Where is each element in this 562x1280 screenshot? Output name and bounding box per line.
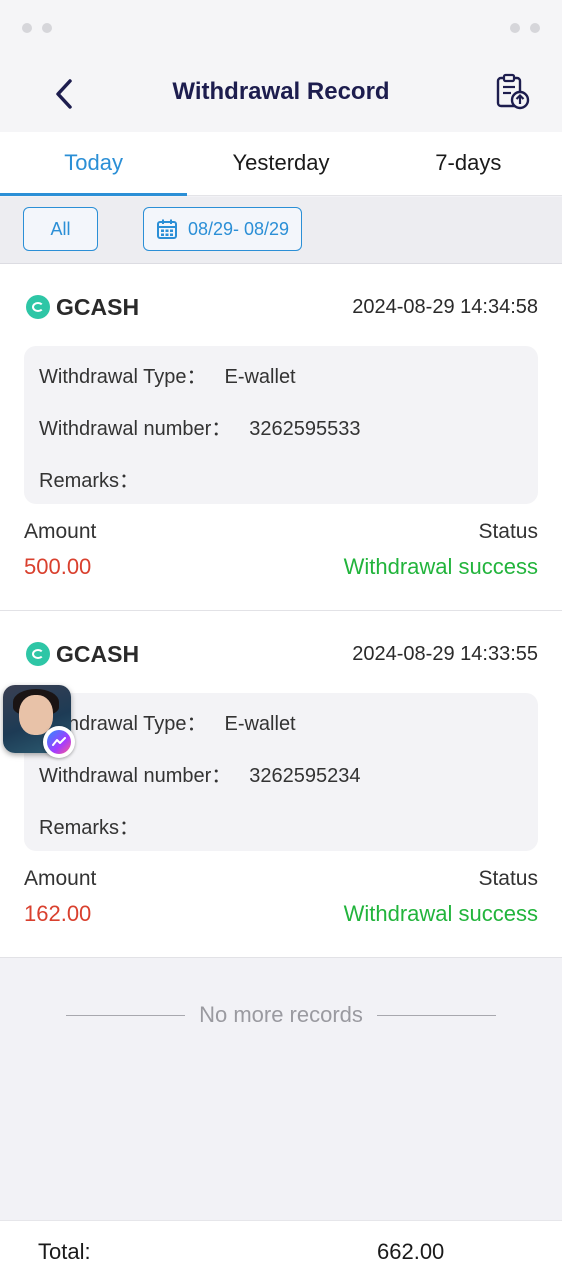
total-label: Total:: [38, 1239, 91, 1264]
record-card[interactable]: GCASH 2024-08-29 14:33:55 Withdrawal Typ…: [0, 611, 562, 958]
remarks-row: Remarks：: [39, 464, 157, 493]
amount-value: 500.00: [24, 554, 92, 579]
signal-icon: [510, 23, 520, 33]
withdrawal-type-row: Withdrawal Type： E-wallet: [39, 360, 296, 389]
no-more-records-text: No more records: [199, 1002, 363, 1027]
payment-method: GCASH: [26, 641, 139, 668]
record-header: GCASH 2024-08-29 14:33:55: [26, 639, 538, 669]
clipboard-upload-icon: [496, 73, 530, 110]
withdrawal-type-value: E-wallet: [224, 713, 296, 735]
status-bar-left: [22, 23, 52, 33]
page-title: Withdrawal Record: [172, 78, 390, 105]
tab-7-days[interactable]: 7-days: [375, 132, 562, 195]
withdrawal-number-value: 3262595533: [249, 418, 361, 440]
status-bar-right: [510, 23, 540, 33]
payment-method-name: GCASH: [56, 640, 140, 667]
messenger-icon[interactable]: [43, 726, 75, 758]
withdrawal-type-value: E-wallet: [224, 366, 296, 388]
amount-value: 162.00: [24, 901, 92, 926]
tab-yesterday[interactable]: Yesterday: [187, 132, 374, 195]
total-bar: Total: 662.00: [0, 1220, 562, 1280]
tab-today[interactable]: Today: [0, 132, 188, 196]
date-range-button[interactable]: 08/29- 08/29: [143, 207, 302, 251]
calendar-icon: [156, 219, 177, 239]
withdrawal-number-row: Withdrawal number： 3262595533: [39, 412, 361, 441]
status-label: Status: [478, 520, 538, 543]
remarks-row: Remarks：: [39, 811, 157, 840]
record-card[interactable]: GCASH 2024-08-29 14:34:58 Withdrawal Typ…: [0, 264, 562, 611]
app-header: Withdrawal Record: [0, 56, 562, 132]
divider: [66, 1014, 186, 1016]
payment-method: GCASH: [26, 294, 139, 321]
withdrawal-number-value: 3262595234: [249, 765, 361, 787]
withdrawal-number-row: Withdrawal number： 3262595234: [39, 759, 361, 788]
record-time: 2024-08-29 14:34:58: [352, 295, 538, 318]
withdrawal-type-row: Withdrawal Type： E-wallet: [39, 707, 296, 736]
status-bar: [0, 0, 562, 56]
record-time: 2024-08-29 14:33:55: [352, 642, 538, 665]
notification-icon: [22, 23, 32, 33]
end-of-list: No more records: [66, 1000, 496, 1030]
withdrawal-number-label: Withdrawal number：: [39, 418, 232, 440]
status-label: Status: [478, 867, 538, 890]
remarks-label: Remarks：: [39, 470, 140, 492]
withdrawal-type-label: Withdrawal Type：: [39, 366, 207, 388]
remarks-label: Remarks：: [39, 817, 140, 839]
record-details: Withdrawal Type： E-wallet Withdrawal numb…: [24, 346, 538, 504]
gcash-logo-icon: [26, 642, 50, 666]
divider: [376, 1014, 496, 1016]
export-record-button[interactable]: [492, 72, 532, 112]
notification-icon: [42, 23, 52, 33]
payment-method-name: GCASH: [56, 293, 140, 320]
amount-label: Amount: [24, 867, 97, 890]
record-details: Withdrawal Type： E-wallet Withdrawal numb…: [24, 693, 538, 851]
withdrawal-number-label: Withdrawal number：: [39, 765, 232, 787]
filter-bar: All 08/29- 08/29: [0, 197, 562, 264]
total-value: 662.00: [377, 1239, 445, 1264]
battery-icon: [530, 23, 540, 33]
type-filter-button[interactable]: All: [23, 207, 98, 251]
status-value: Withdrawal success: [343, 901, 538, 926]
date-range-label: 08/29- 08/29: [187, 218, 290, 239]
amount-label: Amount: [24, 520, 97, 543]
status-value: Withdrawal success: [343, 554, 538, 579]
gcash-logo-icon: [26, 295, 50, 319]
date-tabs: Today Yesterday 7-days: [0, 132, 562, 196]
record-header: GCASH 2024-08-29 14:34:58: [26, 292, 538, 322]
